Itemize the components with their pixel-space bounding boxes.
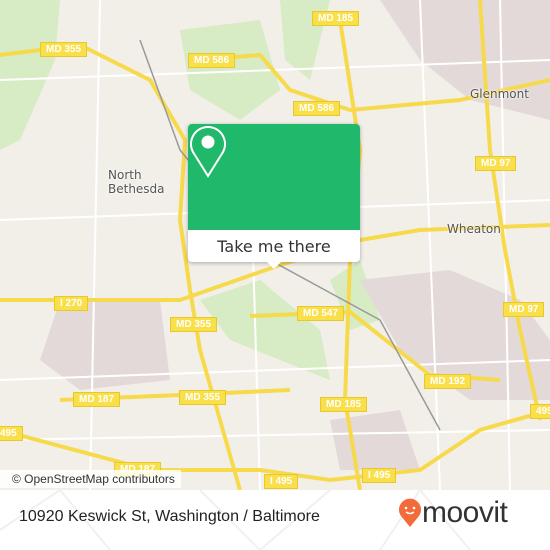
route-shield: MD 97	[503, 302, 545, 317]
route-shield: 495	[0, 426, 23, 441]
route-shield: MD 355	[170, 317, 218, 332]
moovit-logo[interactable]: moovit	[398, 496, 508, 530]
place-label-wheaton: Wheaton	[447, 222, 501, 236]
place-label-glenmont: Glenmont	[470, 87, 529, 101]
route-shield: 495	[530, 404, 550, 419]
moovit-logo-text: moovit	[422, 496, 508, 529]
place-line: Bethesda	[108, 182, 165, 196]
place-label-north-bethesda: North Bethesda	[108, 168, 165, 196]
map-pin-icon	[190, 126, 226, 178]
route-shield: MD 547	[297, 306, 345, 321]
route-shield: MD 586	[188, 53, 236, 68]
route-shield: MD 185	[320, 397, 368, 412]
route-shield: I 495	[362, 468, 397, 483]
route-shield: I 270	[54, 296, 89, 311]
place-line: North	[108, 168, 142, 182]
route-shield: MD 185	[312, 11, 360, 26]
route-shield: MD 192	[424, 374, 472, 389]
moovit-pin-icon	[399, 498, 421, 527]
destination-popup: Take me there	[188, 124, 360, 269]
osm-attribution[interactable]: © OpenStreetMap contributors	[0, 470, 181, 488]
route-shield: I 495	[264, 474, 299, 489]
route-shield: MD 355	[179, 390, 227, 405]
address-label: 10920 Keswick St, Washington / Baltimore	[19, 508, 320, 525]
footer: 10920 Keswick St, Washington / Baltimore…	[0, 490, 550, 550]
popup-header[interactable]	[188, 124, 360, 230]
route-shield: MD 187	[73, 392, 121, 407]
route-shield: MD 586	[293, 101, 341, 116]
take-me-there-button[interactable]: Take me there	[188, 230, 360, 262]
route-shield: MD 355	[40, 42, 88, 57]
map[interactable]: North Bethesda Glenmont Wheaton MD 355 MD…	[0, 0, 550, 490]
route-shield: MD 97	[475, 156, 517, 171]
popup-pointer	[266, 261, 282, 269]
